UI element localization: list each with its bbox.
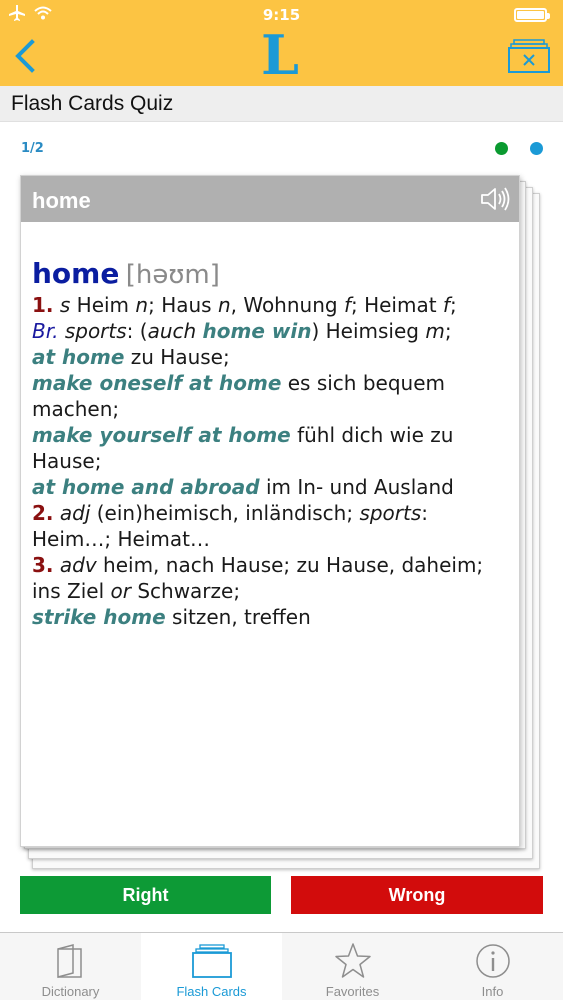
gender: n	[217, 293, 231, 317]
star-icon	[334, 943, 371, 978]
translation-text: : (	[126, 319, 148, 343]
tab-label: Info	[481, 984, 504, 999]
dictionary-entry: home [həʊm] 1. s Heim n; Haus n, Wohnung…	[32, 258, 512, 630]
indicator-dot-green	[495, 142, 508, 155]
wrong-button[interactable]: Wrong	[291, 876, 543, 914]
translation-text: ; Heimat	[350, 293, 443, 317]
delete-cards-icon	[508, 39, 550, 73]
entry-sense-2: 2. adj (ein)heimisch, inländisch; sports…	[32, 500, 512, 552]
translation-text: ;	[444, 319, 452, 343]
speaker-button[interactable]	[480, 185, 512, 213]
entry-pronunciation: [həʊm]	[125, 260, 220, 290]
field-label: sports	[64, 319, 127, 343]
sense-number: 1.	[32, 293, 54, 317]
entry-sense-1: 1. s Heim n; Haus n, Wohnung f; Heimat f…	[32, 292, 512, 500]
speaker-icon	[481, 187, 510, 211]
translation-text: Heim	[70, 293, 136, 317]
gender: f	[442, 293, 450, 317]
tab-info[interactable]: Info	[422, 933, 563, 1000]
app-logo: L	[261, 23, 299, 87]
right-button[interactable]: Right	[20, 876, 271, 914]
part-of-speech: adj	[59, 501, 91, 525]
card-header: home	[21, 176, 519, 222]
page-title: Flash Cards Quiz	[11, 92, 174, 115]
entry-sense-3: 3. adv heim, nach Hause; zu Hause, dahei…	[32, 552, 512, 630]
phrase: at home	[32, 345, 125, 369]
chevron-left-icon	[15, 39, 35, 73]
back-button[interactable]	[10, 38, 44, 74]
translation-text: zu Hause;	[124, 345, 230, 369]
phrase: strike home	[32, 605, 166, 629]
gender: f	[343, 293, 351, 317]
indicator-dot-blue	[530, 142, 543, 155]
translation-text: ; Haus	[148, 293, 218, 317]
or-label: or	[110, 579, 131, 603]
flash-cards-icon	[191, 944, 232, 978]
title-bar: Flash Cards Quiz	[0, 86, 563, 122]
tab-bar: Dictionary Flash Cards Favorites Info	[0, 932, 563, 1000]
sense-number: 3.	[32, 553, 54, 577]
phrase: at home and abroad	[32, 475, 260, 499]
translation-text: Schwarze;	[130, 579, 241, 603]
status-time: 9:15	[262, 6, 301, 24]
translation-text: im In- und Ausland	[259, 475, 454, 499]
card-header-word: home	[32, 188, 91, 213]
battery-icon	[514, 8, 550, 22]
region-label: Br.	[32, 319, 59, 343]
field-label: sports	[359, 501, 422, 525]
translation-text: ) Heimsieg	[311, 319, 426, 343]
auch-label: auch	[147, 319, 197, 343]
translation-text: sitzen, treffen	[165, 605, 311, 629]
top-bar: 9:15 L	[0, 0, 563, 86]
tab-label: Flash Cards	[176, 984, 247, 999]
phrase: home win	[202, 319, 312, 343]
tab-label: Dictionary	[41, 984, 100, 999]
tab-favorites[interactable]: Favorites	[282, 933, 423, 1000]
info-icon	[475, 944, 510, 978]
entry-headline: home [həʊm]	[32, 258, 512, 292]
entry-headword: home	[32, 257, 120, 290]
flash-card[interactable]: home home [həʊm] 1. s Heim n; Haus n, Wo…	[20, 175, 520, 847]
sense-number: 2.	[32, 501, 54, 525]
delete-card-button[interactable]	[508, 38, 550, 74]
tab-flash-cards[interactable]: Flash Cards	[141, 933, 282, 1000]
part-of-speech: s	[59, 293, 71, 317]
phrase: make oneself at home	[32, 371, 282, 395]
translation-text: heim, nach Hause; zu Hause, daheim; ins …	[32, 553, 484, 603]
part-of-speech: adv	[59, 553, 97, 577]
gender: n	[135, 293, 149, 317]
book-icon	[56, 944, 82, 978]
progress-counter: 1/2	[21, 141, 44, 156]
translation-text: (ein)heimisch, inländisch;	[90, 501, 360, 525]
translation-text: ;	[449, 293, 457, 317]
tab-dictionary[interactable]: Dictionary	[0, 933, 141, 1000]
translation-text: , Wohnung	[230, 293, 344, 317]
gender: m	[425, 319, 445, 343]
tab-label: Favorites	[325, 984, 380, 999]
phrase: make yourself at home	[32, 423, 291, 447]
